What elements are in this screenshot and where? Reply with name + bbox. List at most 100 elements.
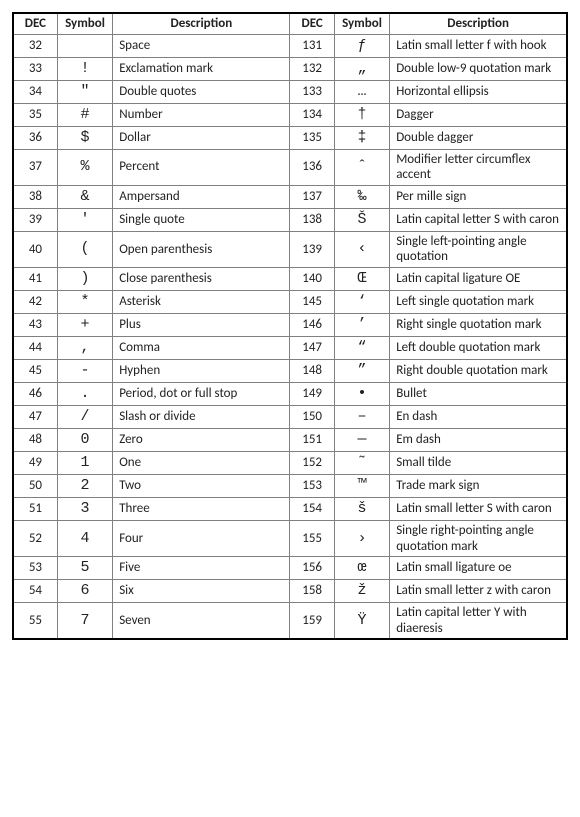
table-row: 37%Percent136ˆModifier letter circumflex… — [13, 149, 567, 185]
cell-dec: 145 — [290, 290, 334, 313]
ascii-table: DEC Symbol Description DEC Symbol Descri… — [12, 12, 568, 640]
cell-dec: 32 — [13, 34, 57, 57]
cell-description: Single quote — [113, 208, 290, 231]
cell-description: Number — [113, 103, 290, 126]
cell-description: Close parenthesis — [113, 267, 290, 290]
cell-description: Three — [113, 497, 290, 520]
header-dec-left: DEC — [13, 13, 57, 34]
cell-description: Plus — [113, 313, 290, 336]
cell-description: Double dagger — [390, 126, 567, 149]
cell-dec: 140 — [290, 267, 334, 290]
cell-description: Latin small letter z with caron — [390, 580, 567, 603]
cell-dec: 40 — [13, 231, 57, 267]
cell-dec: 147 — [290, 336, 334, 359]
cell-description: Right single quotation mark — [390, 313, 567, 336]
header-desc-right: Description — [390, 13, 567, 34]
cell-dec: 49 — [13, 451, 57, 474]
cell-symbol: ƒ — [334, 34, 389, 57]
table-row: 35#Number134†Dagger — [13, 103, 567, 126]
cell-symbol: œ — [334, 557, 389, 580]
cell-description: Period, dot or full stop — [113, 382, 290, 405]
table-row: 491One152˜Small tilde — [13, 451, 567, 474]
cell-dec: 35 — [13, 103, 57, 126]
table-row: 40(Open parenthesis139‹Single left-point… — [13, 231, 567, 267]
cell-dec: 134 — [290, 103, 334, 126]
ascii-table-head: DEC Symbol Description DEC Symbol Descri… — [13, 13, 567, 34]
cell-symbol: › — [334, 520, 389, 556]
cell-symbol: 4 — [57, 520, 112, 556]
table-row: 41)Close parenthesis140ŒLatin capital li… — [13, 267, 567, 290]
cell-symbol: # — [57, 103, 112, 126]
header-symbol-left: Symbol — [57, 13, 112, 34]
header-dec-right: DEC — [290, 13, 334, 34]
cell-symbol: ‡ — [334, 126, 389, 149]
cell-description: Latin small letter S with caron — [390, 497, 567, 520]
cell-dec: 55 — [13, 603, 57, 640]
cell-symbol: 6 — [57, 580, 112, 603]
cell-dec: 53 — [13, 557, 57, 580]
cell-dec: 154 — [290, 497, 334, 520]
cell-dec: 137 — [290, 185, 334, 208]
cell-description: Percent — [113, 149, 290, 185]
table-row: 557Seven159ŸLatin capital letter Y with … — [13, 603, 567, 640]
cell-symbol: 5 — [57, 557, 112, 580]
cell-symbol: Š — [334, 208, 389, 231]
table-row: 535Five156œLatin small ligature oe — [13, 557, 567, 580]
cell-description: Left double quotation mark — [390, 336, 567, 359]
cell-description: Asterisk — [113, 290, 290, 313]
table-row: 546Six158žLatin small letter z with caro… — [13, 580, 567, 603]
cell-symbol: $ — [57, 126, 112, 149]
table-row: 38&Ampersand137‰Per mille sign — [13, 185, 567, 208]
cell-dec: 48 — [13, 428, 57, 451]
cell-dec: 139 — [290, 231, 334, 267]
table-row: 39'Single quote138ŠLatin capital letter … — [13, 208, 567, 231]
cell-description: Hyphen — [113, 359, 290, 382]
cell-dec: 146 — [290, 313, 334, 336]
cell-description: Double quotes — [113, 80, 290, 103]
cell-description: Ampersand — [113, 185, 290, 208]
table-row: 32 Space131ƒLatin small letter f with ho… — [13, 34, 567, 57]
cell-description: Double low-9 quotation mark — [390, 57, 567, 80]
cell-description: Latin capital letter Y with diaeresis — [390, 603, 567, 640]
cell-symbol: ˆ — [334, 149, 389, 185]
cell-dec: 138 — [290, 208, 334, 231]
header-row: DEC Symbol Description DEC Symbol Descri… — [13, 13, 567, 34]
cell-symbol: , — [57, 336, 112, 359]
table-row: 47/Slash or divide150–En dash — [13, 405, 567, 428]
cell-dec: 153 — [290, 474, 334, 497]
cell-description: Small tilde — [390, 451, 567, 474]
cell-description: Six — [113, 580, 290, 603]
cell-symbol: Œ — [334, 267, 389, 290]
cell-dec: 152 — [290, 451, 334, 474]
cell-description: Latin capital letter S with caron — [390, 208, 567, 231]
cell-symbol: … — [334, 80, 389, 103]
cell-dec: 133 — [290, 80, 334, 103]
cell-symbol: ” — [334, 359, 389, 382]
cell-description: Two — [113, 474, 290, 497]
cell-symbol: & — [57, 185, 112, 208]
cell-dec: 150 — [290, 405, 334, 428]
cell-symbol: 3 — [57, 497, 112, 520]
cell-description: Open parenthesis — [113, 231, 290, 267]
cell-symbol: “ — [334, 336, 389, 359]
cell-symbol: % — [57, 149, 112, 185]
cell-dec: 52 — [13, 520, 57, 556]
header-symbol-right: Symbol — [334, 13, 389, 34]
cell-symbol — [57, 34, 112, 57]
cell-symbol: ) — [57, 267, 112, 290]
header-desc-left: Description — [113, 13, 290, 34]
cell-description: Modifier letter circumflex accent — [390, 149, 567, 185]
cell-description: Em dash — [390, 428, 567, 451]
cell-dec: 131 — [290, 34, 334, 57]
cell-dec: 39 — [13, 208, 57, 231]
table-row: 480Zero151—Em dash — [13, 428, 567, 451]
cell-symbol: š — [334, 497, 389, 520]
cell-dec: 155 — [290, 520, 334, 556]
cell-symbol: * — [57, 290, 112, 313]
ascii-table-body: 32 Space131ƒLatin small letter f with ho… — [13, 34, 567, 639]
cell-description: Dagger — [390, 103, 567, 126]
cell-description: Slash or divide — [113, 405, 290, 428]
cell-symbol: 2 — [57, 474, 112, 497]
cell-description: Seven — [113, 603, 290, 640]
cell-dec: 132 — [290, 57, 334, 80]
